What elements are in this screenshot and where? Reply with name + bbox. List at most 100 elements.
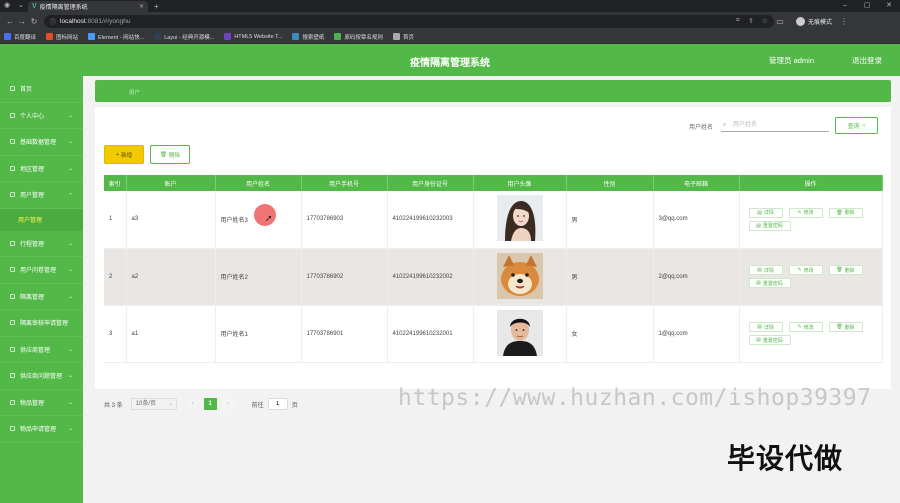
detail-button[interactable]: ▤ 详情 xyxy=(748,207,783,218)
user-table: 索引 账户 用户姓名 用户手机号 用户身份证号 用户头像 性别 电子邮箱 操作 1 a3 用户姓名 3… xyxy=(104,175,883,363)
delete-button[interactable]: 🗑 删除 xyxy=(828,265,863,275)
address-bar-row: ← → ↻ ⓘ localhost:8081/#/yonghu ⌗ ⇪ ☆ ▭ … xyxy=(0,12,900,30)
bookmark-item[interactable]: Layui - 经典开源模... xyxy=(154,33,214,41)
sidebar-item-label: 用户管理 xyxy=(20,193,45,200)
breadcrumb: 用户 xyxy=(95,80,891,102)
new-tab-icon[interactable]: + xyxy=(154,2,159,11)
url-input[interactable]: ⓘ localhost:8081/#/yonghu ⌗ ⇪ ☆ xyxy=(44,14,774,28)
sidebar-item[interactable]: 行程管理 ⌄ xyxy=(0,231,83,257)
next-page-button[interactable]: › xyxy=(221,398,234,410)
extensions-icon[interactable]: ▭ xyxy=(774,17,786,26)
bookmark-item[interactable]: HTML5 Website T... xyxy=(224,33,282,40)
menu-item-icon xyxy=(10,267,15,273)
share-icon[interactable]: ⇪ xyxy=(748,17,754,25)
bookmark-label: 原码按章名规则 xyxy=(344,34,383,41)
table-row: 2 a2 用户姓名2 17703786902 410224199610232002 男 2@… xyxy=(104,248,883,306)
sidebar-item[interactable]: 隔离审核申请管理 xyxy=(0,310,83,337)
cell-avatar xyxy=(473,191,567,249)
goto-page-input[interactable] xyxy=(267,398,288,410)
reset-password-button-label: 重置密码 xyxy=(762,280,783,287)
sidebar-item[interactable]: 用户问卷管理 ⌄ xyxy=(0,257,83,284)
reset-password-button[interactable]: ▤ 重置密码 xyxy=(748,278,791,288)
chevron-down-icon: ⌄ xyxy=(67,191,73,197)
sidebar-item-label: 基础数据管理 xyxy=(20,140,57,147)
query-button[interactable]: 查询 ○ xyxy=(835,117,878,134)
sidebar-item-label: 物品管理 xyxy=(20,400,45,407)
app-header: 疫情隔离管理系统 管理员 admin 退出登录 xyxy=(0,44,900,76)
search-icon: ○ xyxy=(861,122,866,129)
detail-button[interactable]: ▤ 详情 xyxy=(748,322,783,332)
edit-button[interactable]: ✎ 修改 xyxy=(788,207,823,218)
info-icon[interactable]: ⓘ xyxy=(50,17,56,26)
back-icon[interactable]: ← xyxy=(4,17,16,26)
bookmark-item[interactable]: 首页 xyxy=(392,33,414,41)
bookmark-favicon-icon xyxy=(334,33,342,40)
reset-password-button[interactable]: ▤ 重置密码 xyxy=(748,220,791,231)
forward-icon[interactable]: → xyxy=(16,17,28,26)
tab-close-icon[interactable]: ✕ xyxy=(139,3,144,10)
file-icon: ▤ xyxy=(757,324,762,330)
sidebar-item[interactable]: 供应商管理 ⌄ xyxy=(0,337,83,363)
sidebar-item[interactable]: 首页 xyxy=(0,76,83,103)
sidebar-item[interactable]: 用户管理 ⌄ xyxy=(0,182,83,209)
sidebar-item[interactable]: 物品管理 ⌄ xyxy=(0,390,83,416)
delete-button[interactable]: 🗑 删除 xyxy=(828,207,863,218)
reload-icon[interactable]: ↻ xyxy=(28,17,40,26)
add-button[interactable]: + 新增 xyxy=(104,145,144,164)
page-size-select[interactable]: 10条/页 ⌄ xyxy=(130,398,177,410)
translate-icon[interactable]: ⌗ xyxy=(736,17,740,25)
bookmark-item[interactable]: 搜索壁纸 xyxy=(292,33,324,41)
edit-button[interactable]: ✎ 修改 xyxy=(788,322,823,332)
plus-icon: + xyxy=(115,151,120,158)
sidebar-item[interactable]: 物品申请管理 ⌄ xyxy=(0,416,83,443)
bookmark-item[interactable]: 原码按章名规则 xyxy=(334,33,383,41)
menu-item-icon xyxy=(10,320,15,326)
incognito-profile[interactable]: 无痕模式 xyxy=(796,16,832,26)
logout-link[interactable]: 退出登录 xyxy=(852,55,882,66)
query-label: 查询 xyxy=(847,124,860,130)
column-header: 账户 xyxy=(126,175,216,191)
row-actions: ▤ 详情 ✎ 修改 🗑 删除 ▤ 重置密码 xyxy=(745,207,885,231)
sidebar-item[interactable]: 地区管理 ⌄ xyxy=(0,156,83,182)
minimize-icon[interactable]: – xyxy=(834,0,856,12)
delete-button-label: 删除 xyxy=(844,324,855,331)
sidebar-item[interactable]: 供应商问题管理 ⌄ xyxy=(0,363,83,390)
cell-gender: 男 xyxy=(566,191,654,249)
cell-account: a1 xyxy=(126,305,216,363)
sidebar-subitem-active[interactable]: 用户管理 xyxy=(0,208,83,231)
search-input[interactable] xyxy=(721,119,829,132)
page-number-current[interactable]: 1 xyxy=(203,398,217,410)
cell-index: 1 xyxy=(104,191,127,249)
edit-button[interactable]: ✎ 修改 xyxy=(788,265,823,275)
bookmark-item[interactable]: 百度翻译 xyxy=(4,33,36,41)
cell-email: 3@qq.com xyxy=(653,191,740,249)
bookmark-favicon-icon xyxy=(46,33,54,40)
cell-idcard: 410224199610232001 xyxy=(387,305,474,363)
current-user: 管理员 admin xyxy=(768,56,814,65)
more-menu-icon[interactable]: ⋮ xyxy=(840,17,848,26)
prev-page-button[interactable]: ‹ xyxy=(186,398,199,410)
table-row: 3 a1 用户姓名1 17703786901 410224199610232001 女 1@… xyxy=(104,305,883,363)
close-window-icon[interactable]: ✕ xyxy=(878,0,900,12)
reset-password-button[interactable]: ▤ 重置密码 xyxy=(748,335,791,345)
trash-icon: 🗑 xyxy=(836,324,843,330)
bookmark-item[interactable]: Element - 网站快... xyxy=(88,33,144,41)
menu-item-icon xyxy=(10,192,15,198)
edit-button-label: 修改 xyxy=(803,210,814,217)
file-icon: ▤ xyxy=(757,209,762,216)
browser-tab[interactable]: V 疫情隔离管理系统 ✕ xyxy=(28,1,148,12)
tab-search-icon[interactable]: ⌄ xyxy=(14,0,28,12)
batch-delete-button[interactable]: 🗑 删除 xyxy=(150,145,190,164)
sidebar-item[interactable]: 隔离管理 ⌄ xyxy=(0,284,83,310)
detail-button[interactable]: ▤ 详情 xyxy=(748,265,783,275)
bookmark-item[interactable]: 图标网站 xyxy=(46,33,78,41)
sidebar-item-label: 隔离管理 xyxy=(20,294,45,301)
maximize-icon[interactable]: ▢ xyxy=(856,0,878,12)
sidebar-item[interactable]: 基础数据管理 ⌄ xyxy=(0,129,83,156)
bookmark-star-icon[interactable]: ☆ xyxy=(762,17,768,25)
reset-password-button-label: 重置密码 xyxy=(762,223,783,230)
sidebar-item[interactable]: 个人中心 ⌄ xyxy=(0,103,83,129)
browser-menu-icon[interactable]: ◉ xyxy=(0,0,14,12)
delete-button[interactable]: 🗑 删除 xyxy=(828,322,863,332)
delete-button-label: 删除 xyxy=(844,210,855,217)
